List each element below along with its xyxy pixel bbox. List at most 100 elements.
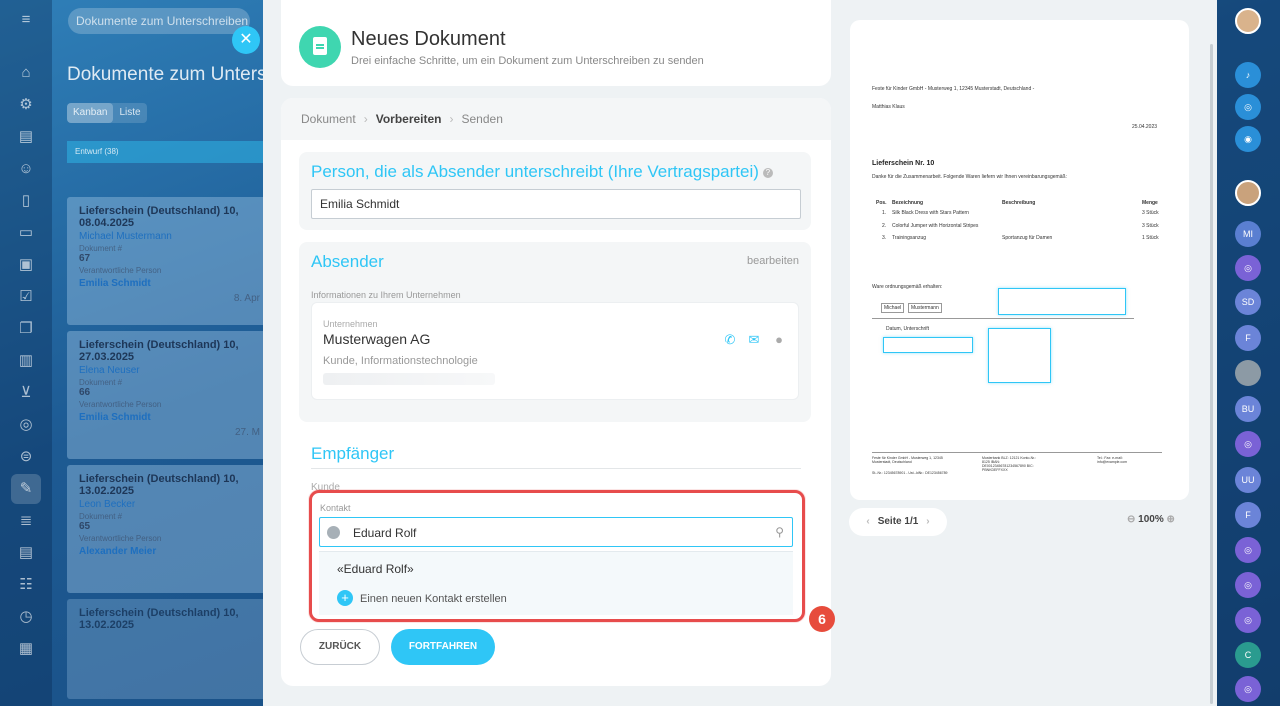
card-icon[interactable]: ▭ bbox=[15, 222, 37, 244]
left-nav-rail: ≡ ⌂ ⚙ ▤ ☺ ▯ ▭ ▣ ☑ ❐ ▥ ⊻ ◎ ⊜ ✎ ≣ ▤ ☷ ◷ ▦ bbox=[0, 0, 52, 706]
user-avatar[interactable] bbox=[1235, 8, 1261, 34]
step-prepare[interactable]: Vorbereiten bbox=[376, 112, 442, 126]
person-icon bbox=[327, 526, 340, 539]
signer-field[interactable]: Emilia Schmidt bbox=[311, 189, 801, 219]
step-badge: 6 bbox=[809, 606, 835, 632]
contact-input-value: Eduard Rolf bbox=[353, 526, 417, 540]
contact-avatar[interactable]: SD bbox=[1235, 289, 1261, 315]
preview-footer-bank: Musterbank BLZ: 12121 Konto-Nr.: 8125 IB… bbox=[982, 456, 1037, 472]
step-send[interactable]: Senden bbox=[462, 112, 503, 126]
preview-row-pos: 1. bbox=[882, 210, 887, 216]
card-client[interactable]: Leon Becker bbox=[79, 499, 260, 510]
kanban-card[interactable]: Lieferschein (Deutschland) 10, 27.03.202… bbox=[67, 331, 272, 459]
date-field[interactable] bbox=[883, 337, 973, 353]
preview-col-name: Bezeichnung bbox=[892, 200, 924, 206]
chat-bot-icon[interactable]: ◎ bbox=[1235, 607, 1261, 633]
scrollbar[interactable] bbox=[1210, 44, 1213, 704]
section-title: Person, die als Absender unterschreibt (… bbox=[311, 162, 773, 182]
preview-row-desc: Sportanzug für Damen bbox=[1002, 235, 1053, 241]
info-label: Informationen zu Ihrem Unternehmen bbox=[311, 290, 461, 300]
contact-avatar[interactable]: UU bbox=[1235, 467, 1261, 493]
contacts-icon[interactable]: ☺ bbox=[15, 158, 37, 180]
id-card-icon[interactable]: ▤ bbox=[15, 542, 37, 564]
page-indicator: Seite 1/1 bbox=[877, 516, 919, 527]
signature-icon[interactable]: ✎ bbox=[11, 474, 41, 504]
chat-icon[interactable]: ◉ bbox=[1235, 126, 1261, 152]
target-icon[interactable]: ◎ bbox=[15, 414, 37, 436]
phone-icon[interactable]: ✆ bbox=[723, 333, 737, 347]
contact-avatar[interactable]: F bbox=[1235, 502, 1261, 528]
contact-avatar[interactable] bbox=[1235, 180, 1261, 206]
preview-sender-line: Feste für Kinder GmbH - Musterweg 1, 123… bbox=[872, 86, 1035, 92]
contact-suggestion[interactable]: «Eduard Rolf» bbox=[337, 562, 414, 576]
chevron-left-icon[interactable]: ‹ bbox=[866, 516, 869, 527]
filter-icon[interactable]: ≣ bbox=[15, 510, 37, 532]
preview-row-pos: 3. bbox=[882, 235, 887, 241]
back-button[interactable]: ZURÜCK bbox=[300, 629, 380, 665]
team-icon[interactable]: ☷ bbox=[15, 574, 37, 596]
slider-subtitle: Drei einfache Schritte, um ein Dokument … bbox=[351, 55, 704, 67]
contact-avatar[interactable] bbox=[1235, 360, 1261, 386]
preview-name-first: Michael bbox=[881, 303, 905, 313]
card-person[interactable]: Emilia Schmidt bbox=[79, 278, 260, 289]
chat-icon[interactable]: ● bbox=[772, 333, 786, 347]
chat-bot-icon[interactable]: ◎ bbox=[1235, 572, 1261, 598]
clock-icon[interactable]: ◷ bbox=[15, 606, 37, 628]
kanban-card[interactable]: Lieferschein (Deutschland) 10, 13.02.202… bbox=[67, 599, 272, 699]
zoom-in-icon[interactable]: ⊕ bbox=[1167, 514, 1175, 525]
checkbox-icon[interactable]: ☑ bbox=[15, 286, 37, 308]
chevron-right-icon[interactable]: › bbox=[926, 516, 929, 527]
preview-date-sign-label: Datum, Unterschrift bbox=[886, 326, 930, 332]
kanban-card[interactable]: Lieferschein (Deutschland) 10, 08.04.202… bbox=[67, 197, 272, 325]
contact-avatar[interactable]: C bbox=[1235, 642, 1261, 668]
slider-title: Neues Dokument bbox=[351, 28, 506, 50]
chat-bot-icon[interactable]: ◎ bbox=[1235, 431, 1261, 457]
copy-icon[interactable]: ❐ bbox=[15, 318, 37, 340]
contact-avatar[interactable]: MI bbox=[1235, 221, 1261, 247]
chat-bot-icon[interactable]: ◎ bbox=[1235, 255, 1261, 281]
grid-icon[interactable]: ▦ bbox=[15, 638, 37, 660]
chat-bot-icon[interactable]: ◎ bbox=[1235, 537, 1261, 563]
tab-list[interactable]: Liste bbox=[113, 103, 146, 123]
card-person[interactable]: Alexander Meier bbox=[79, 546, 260, 557]
gear-icon[interactable]: ⚙ bbox=[15, 94, 37, 116]
file-icon[interactable]: ▯ bbox=[15, 190, 37, 212]
signer-section: Person, die als Absender unterschreibt (… bbox=[299, 152, 811, 230]
chat-bot-icon[interactable]: ◎ bbox=[1235, 676, 1261, 702]
search-icon[interactable]: ⚲ bbox=[775, 525, 784, 539]
step-document[interactable]: Dokument bbox=[301, 112, 356, 126]
search-input[interactable]: Dokumente zum Unterschreiben bbox=[68, 8, 250, 34]
help-icon[interactable]: ? bbox=[762, 167, 773, 178]
card-person[interactable]: Emilia Schmidt bbox=[79, 412, 260, 423]
background-page: Dokumente zum Unterschreiben Dokumente z… bbox=[52, 0, 272, 706]
continue-button[interactable]: FORTFAHREN bbox=[391, 629, 495, 665]
database-icon[interactable]: ⊜ bbox=[15, 446, 37, 468]
document-icon[interactable]: ▤ bbox=[15, 126, 37, 148]
kanban-card[interactable]: Lieferschein (Deutschland) 10, 13.02.202… bbox=[67, 465, 272, 593]
home-icon[interactable]: ⌂ bbox=[15, 62, 37, 84]
signature-field[interactable] bbox=[998, 288, 1126, 315]
contact-avatar[interactable]: BU bbox=[1235, 396, 1261, 422]
contact-avatar[interactable]: F bbox=[1235, 325, 1261, 351]
card-client[interactable]: Elena Neuser bbox=[79, 365, 260, 376]
contact-search-input[interactable]: Eduard Rolf ⚲ bbox=[319, 517, 793, 547]
close-slider-button[interactable]: ✕ bbox=[232, 26, 260, 54]
tab-kanban[interactable]: Kanban bbox=[67, 103, 114, 123]
plus-icon[interactable]: + bbox=[337, 590, 353, 606]
zoom-out-icon[interactable]: ⊖ bbox=[1127, 514, 1135, 525]
card-client[interactable]: Michael Mustermann bbox=[79, 231, 260, 242]
bell-icon[interactable]: ♪ bbox=[1235, 62, 1261, 88]
monitor-icon[interactable]: ▣ bbox=[15, 254, 37, 276]
mail-icon[interactable]: ✉ bbox=[747, 333, 761, 347]
cart-icon[interactable]: ⊻ bbox=[15, 382, 37, 404]
card-resp-label: Verantwortliche Person bbox=[79, 534, 162, 543]
chart-icon[interactable]: ▥ bbox=[15, 350, 37, 372]
copilot-icon[interactable]: ◎ bbox=[1235, 94, 1261, 120]
create-contact-link[interactable]: Einen neuen Kontakt erstellen bbox=[360, 593, 507, 605]
signature-field[interactable] bbox=[988, 328, 1051, 383]
preview-row-qty: 3 Stück bbox=[1142, 223, 1159, 229]
edit-link[interactable]: bearbeiten bbox=[747, 255, 799, 267]
menu-icon[interactable]: ≡ bbox=[15, 9, 37, 31]
wizard-form: Dokument › Vorbereiten › Senden Person, … bbox=[281, 98, 835, 686]
preview-title: Lieferschein Nr. 10 bbox=[872, 160, 935, 167]
